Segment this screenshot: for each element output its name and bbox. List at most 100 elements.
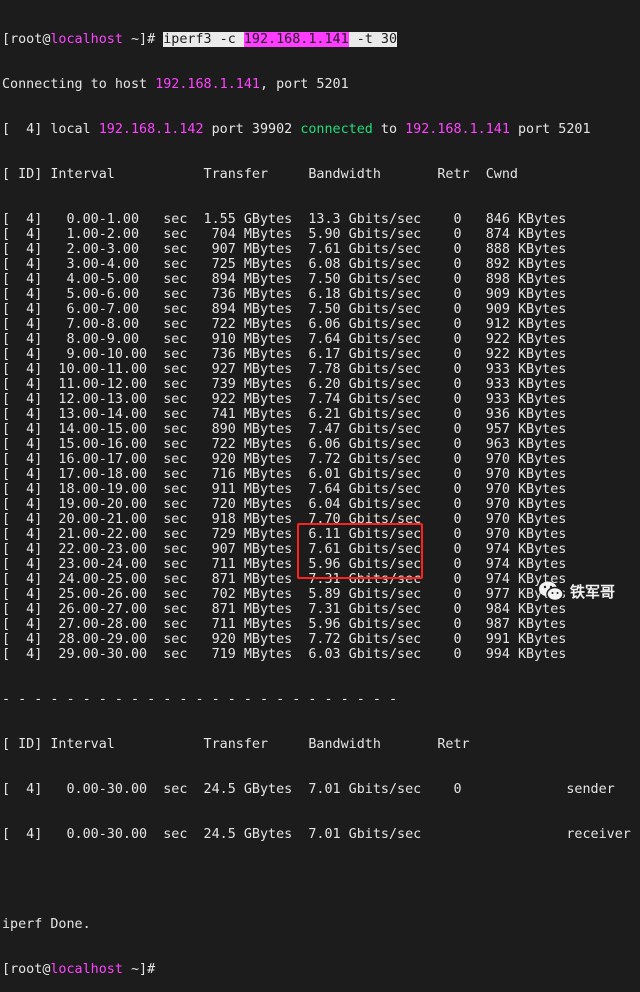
row-unit: sec [155,632,188,647]
table-row: [ 4] 1.00-2.00 sec 704 MBytes 5.90 Gbits… [2,227,631,242]
row-id: [ 4] [2,272,43,287]
row-transfer: 716 MBytes [187,467,293,482]
row-retr: 0 [421,542,462,557]
row-interval: 11.00-12.00 [42,377,156,392]
row-bandwidth: 7.74 Gbits/sec [292,392,422,407]
row-unit: sec [155,617,188,632]
row-unit: sec [155,407,188,422]
row-interval: 29.00-30.00 [42,647,156,662]
terminal-output[interactable]: [root@localhost ~]# iperf3 -c 192.168.1.… [2,2,631,992]
row-id: [ 4] [2,302,43,317]
table-row: [ 4] 26.00-27.00 sec 871 MBytes 7.31 Gbi… [2,602,631,617]
done-line: iperf Done. [2,917,91,932]
row-cwnd: 974 KBytes [461,557,567,572]
row-retr: 0 [421,617,462,632]
row-id: [ 4] [2,437,43,452]
row-unit: sec [155,482,188,497]
row-retr: 0 [421,587,462,602]
row-cwnd: 970 KBytes [461,467,567,482]
row-id: [ 4] [2,347,43,362]
row-interval: 5.00-6.00 [42,287,156,302]
row-id: [ 4] [2,257,43,272]
row-transfer: 907 MBytes [187,542,293,557]
table-row: [ 4] 27.00-28.00 sec 711 MBytes 5.96 Gbi… [2,617,631,632]
prompt-suffix: ~]# [122,962,164,977]
row-unit: sec [155,557,188,572]
row-interval: 3.00-4.00 [42,257,156,272]
row-id: [ 4] [2,212,43,227]
table-row: [ 4] 9.00-10.00 sec 736 MBytes 6.17 Gbit… [2,347,631,362]
row-id: [ 4] [2,317,43,332]
row-bandwidth: 6.04 Gbits/sec [292,497,422,512]
row-interval: 2.00-3.00 [42,242,156,257]
row-bandwidth: 6.18 Gbits/sec [292,287,422,302]
row-interval: 17.00-18.00 [42,467,156,482]
row-interval: 18.00-19.00 [42,482,156,497]
row-id: [ 4] [2,572,43,587]
row-id: [ 4] [2,632,43,647]
row-bandwidth: 7.72 Gbits/sec [292,452,422,467]
row-transfer: 910 MBytes [187,332,293,347]
row-unit: sec [155,257,188,272]
row-unit: sec [155,212,188,227]
row-transfer: 890 MBytes [187,422,293,437]
row-interval: 24.00-25.00 [42,572,156,587]
row-interval: 7.00-8.00 [42,317,156,332]
row-cwnd: 898 KBytes [461,272,567,287]
row-id: [ 4] [2,392,43,407]
prompt-user: root [10,32,43,47]
row-transfer: 894 MBytes [187,302,293,317]
row-unit: sec [155,587,188,602]
row-retr: 0 [421,452,462,467]
table-row: [ 4] 15.00-16.00 sec 722 MBytes 6.06 Gbi… [2,437,631,452]
row-transfer: 704 MBytes [187,227,293,242]
row-retr: 0 [421,362,462,377]
table-row: [ 4] 5.00-6.00 sec 736 MBytes 6.18 Gbits… [2,287,631,302]
table-row: [ 4] 11.00-12.00 sec 739 MBytes 6.20 Gbi… [2,377,631,392]
table-row: [ 4] 18.00-19.00 sec 911 MBytes 7.64 Gbi… [2,482,631,497]
row-bandwidth: 7.50 Gbits/sec [292,302,422,317]
command-args: -t 30 [348,32,398,47]
row-transfer: 722 MBytes [187,317,293,332]
row-unit: sec [155,542,188,557]
row-cwnd: 957 KBytes [461,422,567,437]
row-retr: 0 [421,302,462,317]
row-transfer: 907 MBytes [187,242,293,257]
summary-sender-row: [ 4] 0.00-30.00 sec 24.5 GBytes 7.01 Gbi… [2,782,615,797]
row-cwnd: 936 KBytes [461,407,567,422]
row-transfer: 736 MBytes [187,287,293,302]
row-id: [ 4] [2,512,43,527]
row-retr: 0 [421,317,462,332]
row-id: [ 4] [2,647,43,662]
row-retr: 0 [421,437,462,452]
row-interval: 25.00-26.00 [42,587,156,602]
row-transfer: 927 MBytes [187,362,293,377]
row-retr: 0 [421,272,462,287]
row-retr: 0 [421,497,462,512]
row-cwnd: 970 KBytes [461,527,567,542]
row-interval: 23.00-24.00 [42,557,156,572]
row-unit: sec [155,572,188,587]
row-transfer: 741 MBytes [187,407,293,422]
watermark-text: 铁军哥 [570,582,616,601]
row-bandwidth: 6.06 Gbits/sec [292,317,422,332]
row-id: [ 4] [2,482,43,497]
table-row: [ 4] 7.00-8.00 sec 722 MBytes 6.06 Gbits… [2,317,631,332]
row-cwnd: 970 KBytes [461,452,567,467]
prompt-host: localhost [50,962,123,977]
row-id: [ 4] [2,587,43,602]
row-unit: sec [155,392,188,407]
prompt-bracket: [ [2,32,11,47]
row-retr: 0 [421,287,462,302]
row-cwnd: 888 KBytes [461,242,567,257]
row-unit: sec [155,287,188,302]
row-unit: sec [155,527,188,542]
row-cwnd: 963 KBytes [461,437,567,452]
row-id: [ 4] [2,287,43,302]
row-unit: sec [155,647,188,662]
row-retr: 0 [421,422,462,437]
row-interval: 6.00-7.00 [42,302,156,317]
row-retr: 0 [421,527,462,542]
row-unit: sec [155,452,188,467]
summary-header: [ ID] Interval Transfer Bandwidth Retr [2,737,470,752]
